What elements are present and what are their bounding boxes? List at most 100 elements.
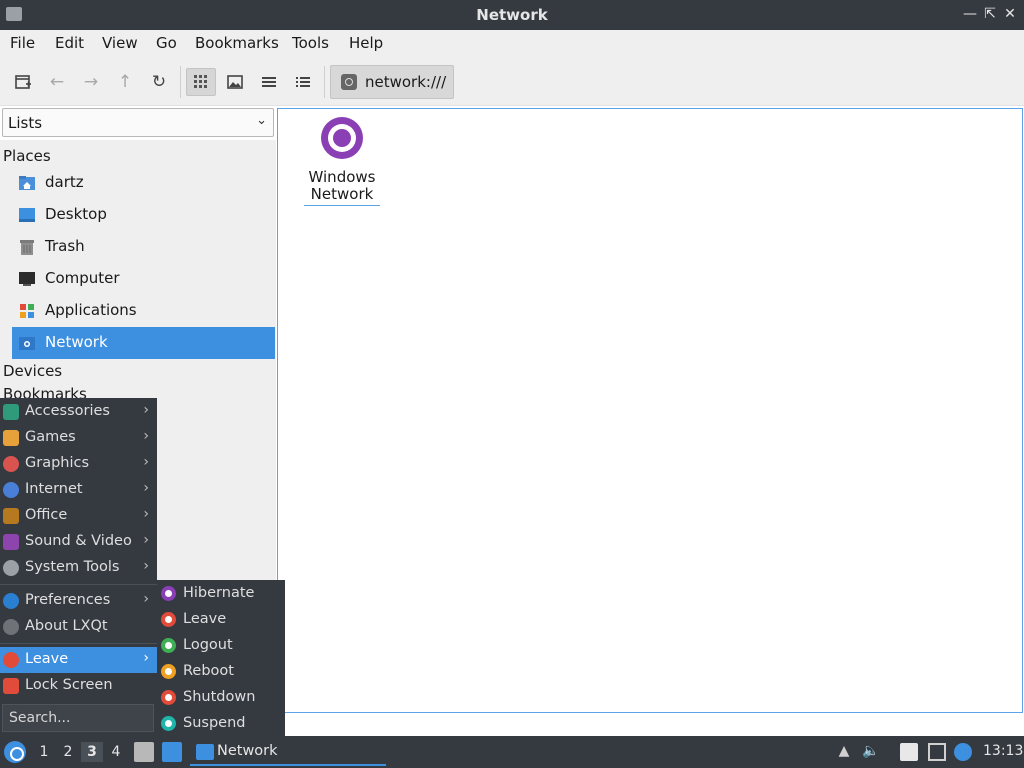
- file-item-label: Windows Network: [304, 169, 380, 206]
- place-label: Network: [45, 333, 108, 351]
- compact-view-button[interactable]: [254, 68, 284, 96]
- path-button[interactable]: network:///: [330, 65, 454, 99]
- menu-item-shutdown[interactable]: Shutdown: [157, 685, 285, 711]
- volume-icon[interactable]: 🔈: [862, 743, 880, 761]
- taskbar: 1 2 3 4 Network ▲ 🔈 13:13: [0, 736, 1024, 768]
- thumbnail-view-button[interactable]: [220, 68, 250, 96]
- network-drive-icon: [341, 74, 357, 90]
- chevron-right-icon: ›: [143, 650, 149, 666]
- chevron-right-icon: ›: [143, 506, 149, 522]
- menu-item-leave-session[interactable]: Leave: [157, 607, 285, 633]
- maximize-button[interactable]: ⇱: [980, 4, 1000, 24]
- menu-help[interactable]: Help: [349, 34, 383, 52]
- back-button[interactable]: ←: [42, 68, 72, 96]
- office-icon: [3, 508, 19, 524]
- desktop-switch-1[interactable]: 1: [33, 742, 55, 762]
- menu-item-label: About LXQt: [25, 618, 108, 634]
- place-item-applications[interactable]: Applications: [12, 295, 275, 327]
- menu-item-label: Internet: [25, 481, 83, 497]
- menu-item-games[interactable]: Games ›: [0, 425, 157, 451]
- menu-item-label: Accessories: [25, 403, 110, 419]
- menu-search-input[interactable]: Search...: [2, 704, 154, 732]
- menu-bookmarks[interactable]: Bookmarks: [195, 34, 279, 52]
- menu-item-leave[interactable]: Leave ›: [0, 647, 157, 673]
- menu-file[interactable]: File: [10, 34, 35, 52]
- menu-item-label: Graphics: [25, 455, 90, 471]
- menu-item-label: Preferences: [25, 592, 111, 608]
- place-item-home[interactable]: dartz: [12, 167, 275, 199]
- menu-item-about[interactable]: About LXQt: [0, 614, 157, 640]
- close-button[interactable]: ✕: [1000, 4, 1020, 24]
- place-item-trash[interactable]: Trash: [12, 231, 275, 263]
- file-view[interactable]: Windows Network: [277, 108, 1023, 713]
- menu-edit[interactable]: Edit: [55, 34, 84, 52]
- list-icon: [262, 77, 276, 87]
- menu-item-system-tools[interactable]: System Tools ›: [0, 555, 157, 581]
- menu-item-label: Suspend: [183, 715, 246, 731]
- clipboard-icon[interactable]: [900, 743, 918, 761]
- folder-icon: [196, 744, 214, 760]
- new-tab-button[interactable]: [8, 68, 38, 96]
- desktop-switch-2[interactable]: 2: [57, 742, 79, 762]
- system-tools-icon: [3, 560, 19, 576]
- network-status-icon[interactable]: [928, 743, 946, 761]
- menu-item-logout[interactable]: Logout: [157, 633, 285, 659]
- up-button[interactable]: ↑: [110, 68, 140, 96]
- arrow-left-icon: ←: [49, 72, 65, 92]
- place-item-network[interactable]: Network: [12, 327, 275, 359]
- info-icon: [3, 619, 19, 635]
- leave-submenu: Hibernate Leave Logout Reboot Shutdown S…: [157, 580, 285, 736]
- menu-item-preferences[interactable]: Preferences ›: [0, 588, 157, 614]
- show-desktop-icon[interactable]: [162, 742, 182, 762]
- path-label: network:///: [365, 73, 447, 91]
- places-heading: Places: [3, 147, 51, 165]
- menu-item-office[interactable]: Office ›: [0, 503, 157, 529]
- file-manager-launcher-icon[interactable]: [134, 742, 154, 762]
- desktop-switch-3[interactable]: 3: [81, 742, 103, 762]
- windows-network-icon: [321, 117, 363, 159]
- desktop-switch-4[interactable]: 4: [105, 742, 127, 762]
- side-pane-mode-select[interactable]: Lists ⌄: [2, 108, 274, 137]
- power-icon: [3, 652, 19, 668]
- window-title: Network: [476, 6, 548, 24]
- place-item-computer[interactable]: Computer: [12, 263, 275, 295]
- menu-item-label: Leave: [25, 651, 69, 667]
- start-menu-button[interactable]: [4, 741, 26, 763]
- menu-item-lock-screen[interactable]: Lock Screen: [0, 673, 157, 699]
- menu-item-graphics[interactable]: Graphics ›: [0, 451, 157, 477]
- new-tab-icon: [15, 75, 31, 89]
- arrow-up-icon: ↑: [117, 72, 133, 92]
- side-pane-mode-value: Lists: [8, 114, 43, 132]
- menu-item-label: Office: [25, 507, 68, 523]
- hibernate-icon: [161, 586, 176, 601]
- icon-view-button[interactable]: [186, 68, 216, 96]
- menu-tools[interactable]: Tools: [292, 34, 329, 52]
- clock[interactable]: 13:13: [983, 743, 1023, 759]
- menu-item-reboot[interactable]: Reboot: [157, 659, 285, 685]
- place-item-desktop[interactable]: Desktop: [12, 199, 275, 231]
- menu-item-sound-video[interactable]: Sound & Video ›: [0, 529, 157, 555]
- menu-item-hibernate[interactable]: Hibernate: [157, 581, 285, 607]
- reload-button[interactable]: ↻: [144, 68, 174, 96]
- applications-icon: [20, 304, 34, 318]
- menu-item-label: Games: [25, 429, 76, 445]
- forward-button[interactable]: →: [76, 68, 106, 96]
- taskbar-button-network[interactable]: Network: [190, 738, 386, 766]
- window-titlebar[interactable]: Network — ⇱ ✕: [0, 0, 1024, 30]
- menu-item-suspend[interactable]: Suspend: [157, 711, 285, 737]
- menu-separator: [0, 643, 157, 644]
- minimize-button[interactable]: —: [960, 4, 980, 24]
- detailed-view-button[interactable]: [288, 68, 318, 96]
- menu-item-internet[interactable]: Internet ›: [0, 477, 157, 503]
- menu-item-label: Hibernate: [183, 585, 255, 601]
- menu-view[interactable]: View: [102, 34, 138, 52]
- suspend-icon: [161, 716, 176, 731]
- detailed-list-icon: [296, 77, 310, 87]
- place-label: Computer: [45, 269, 120, 287]
- tray-arrow-icon[interactable]: ▲: [835, 743, 853, 761]
- power-icon: [161, 612, 176, 627]
- menu-item-accessories[interactable]: Accessories ›: [0, 399, 157, 425]
- menu-go[interactable]: Go: [156, 34, 177, 52]
- notification-icon[interactable]: [954, 743, 972, 761]
- lock-icon: [3, 678, 19, 694]
